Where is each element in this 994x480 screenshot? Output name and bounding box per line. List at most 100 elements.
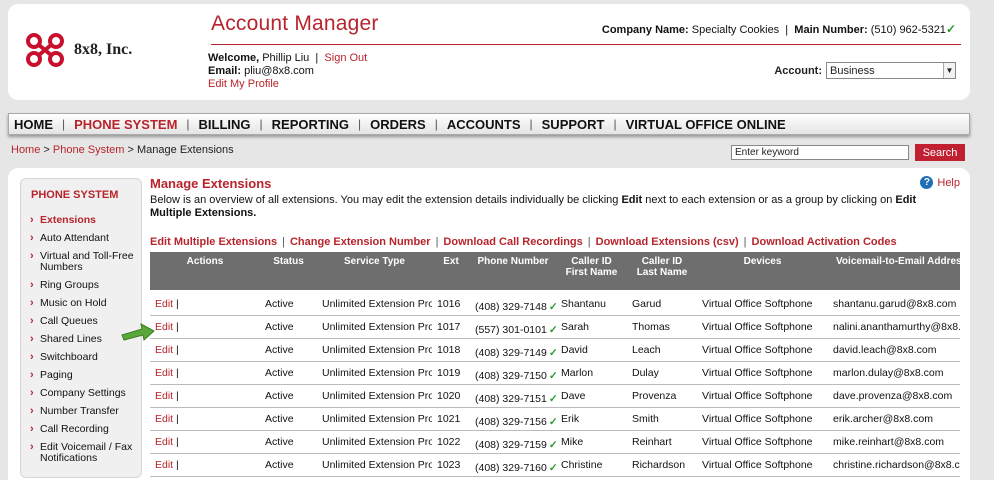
- sidebar-item-company-settings[interactable]: › Company Settings: [21, 388, 141, 399]
- main-number: (510) 962-5321: [870, 24, 946, 36]
- nav-support[interactable]: SUPPORT: [542, 117, 605, 132]
- chevron-right-icon: ›: [30, 333, 34, 345]
- sidebar-item-virtual-numbers[interactable]: › Virtual and Toll-Free Numbers: [21, 251, 141, 273]
- breadcrumb-home[interactable]: Home: [11, 144, 40, 156]
- status-cell: Active: [260, 315, 317, 339]
- status-cell: Active: [260, 384, 317, 408]
- download-call-recordings-link[interactable]: Download Call Recordings: [443, 236, 582, 248]
- edit-extension-link[interactable]: Edit: [155, 390, 173, 402]
- edit-extension-link[interactable]: Edit: [155, 298, 173, 310]
- edit-profile-link[interactable]: Edit My Profile: [208, 78, 279, 90]
- breadcrumb-phone-system[interactable]: Phone System: [53, 144, 125, 156]
- row-actions-cell: Edit |: [150, 407, 260, 431]
- company-label: Company Name:: [601, 24, 689, 36]
- row-actions-cell: Edit |: [150, 315, 260, 339]
- breadcrumb: Home > Phone System > Manage Extensions: [11, 144, 234, 156]
- device-cell: Virtual Office Softphone: [697, 315, 828, 339]
- edit-extension-link[interactable]: Edit: [155, 344, 173, 356]
- caller-last-cell: Garud: [627, 291, 697, 316]
- nav-virtual-office-online[interactable]: VIRTUAL OFFICE ONLINE: [626, 117, 786, 132]
- ext-cell: 1023: [432, 453, 470, 477]
- account-selector: Account: Business ▼: [774, 62, 956, 79]
- table-row: Edit | Active Unlimited Extension Pro 1017(…: [150, 315, 960, 339]
- row-actions-cell: Edit |: [150, 384, 260, 408]
- phone-handset-icon: ✓: [549, 462, 556, 474]
- page-title: Manage Extensions: [150, 176, 272, 191]
- logo-text: 8x8, Inc.: [74, 41, 133, 58]
- col-devices: Devices: [697, 252, 828, 294]
- service-type-cell: Unlimited Extension Pro: [317, 453, 432, 477]
- nav-reporting[interactable]: REPORTING: [272, 117, 349, 132]
- service-type-cell: Unlimited Extension Pro: [317, 384, 432, 408]
- help-link[interactable]: ? Help: [920, 176, 960, 189]
- edit-extension-link[interactable]: Edit: [155, 367, 173, 379]
- welcome-label: Welcome,: [208, 52, 260, 64]
- voicemail-email-cell: shantanu.garud@8x8.com: [828, 291, 960, 316]
- chevron-right-icon: ›: [30, 279, 34, 291]
- edit-extension-link[interactable]: Edit: [155, 459, 173, 471]
- sidebar-item-number-transfer[interactable]: › Number Transfer: [21, 406, 141, 417]
- caller-last-cell: Dulay: [627, 361, 697, 385]
- chevron-right-icon: ›: [30, 214, 34, 226]
- email-label: Email:: [208, 65, 242, 77]
- device-cell: Virtual Office Softphone: [697, 291, 828, 316]
- status-cell: Active: [260, 453, 317, 477]
- ext-cell: 1018: [432, 338, 470, 362]
- edit-multiple-extensions-link[interactable]: Edit Multiple Extensions: [150, 236, 277, 248]
- col-caller-id-last: Caller ID Last Name: [627, 252, 697, 294]
- edit-extension-link[interactable]: Edit: [155, 436, 173, 448]
- service-type-cell: Unlimited Extension Pro: [317, 407, 432, 431]
- nav-accounts[interactable]: ACCOUNTS: [447, 117, 521, 132]
- sidebar-item-voicemail-fax[interactable]: › Edit Voicemail / Fax Notifications: [21, 442, 141, 464]
- col-actions: Actions: [150, 252, 260, 294]
- change-extension-number-link[interactable]: Change Extension Number: [290, 236, 431, 248]
- col-ext: Ext: [432, 252, 470, 294]
- sign-out-link[interactable]: Sign Out: [324, 52, 367, 64]
- sidebar-item-extensions[interactable]: › Extensions: [21, 215, 141, 226]
- main-nav: HOME | PHONE SYSTEM | BILLING | REPORTIN…: [8, 113, 970, 135]
- status-cell: Active: [260, 361, 317, 385]
- device-cell: Virtual Office Softphone: [697, 361, 828, 385]
- row-actions-cell: Edit |: [150, 361, 260, 385]
- action-links: Edit Multiple Extensions | Change Extensio…: [150, 236, 897, 248]
- col-status: Status: [260, 252, 317, 294]
- user-name: Phillip Liu: [262, 52, 310, 64]
- status-cell: Active: [260, 338, 317, 362]
- phone-handset-icon: ✓: [549, 301, 556, 313]
- ext-cell: 1020: [432, 384, 470, 408]
- phone-cell: (408) 329-7148✓: [470, 291, 556, 316]
- company-logo[interactable]: 8x8, Inc.: [24, 32, 132, 68]
- phone-handset-icon: ✓: [549, 393, 556, 405]
- caller-last-cell: Smith: [627, 407, 697, 431]
- sidebar-item-call-recording[interactable]: › Call Recording: [21, 424, 141, 435]
- content-area: Manage Extensions ? Help Below is an ove…: [150, 176, 965, 477]
- nav-orders[interactable]: ORDERS: [370, 117, 426, 132]
- caller-first-cell: Christine: [556, 453, 627, 477]
- edit-extension-link[interactable]: Edit: [155, 321, 173, 333]
- download-activation-codes-link[interactable]: Download Activation Codes: [752, 236, 897, 248]
- row-actions-cell: Edit |: [150, 338, 260, 362]
- caller-first-cell: Sarah: [556, 315, 627, 339]
- sidebar-item-music-on-hold[interactable]: › Music on Hold: [21, 298, 141, 309]
- caller-first-cell: Erik: [556, 407, 627, 431]
- status-cell: Active: [260, 407, 317, 431]
- sidebar-item-ring-groups[interactable]: › Ring Groups: [21, 280, 141, 291]
- nav-billing[interactable]: BILLING: [199, 117, 251, 132]
- col-service-type: Service Type: [317, 252, 432, 294]
- sidebar-item-switchboard[interactable]: › Switchboard: [21, 352, 141, 363]
- welcome-block: Welcome, Phillip Liu | Sign Out Email: p…: [208, 52, 368, 90]
- company-name: Specialty Cookies: [691, 24, 780, 36]
- download-extensions-csv-link[interactable]: Download Extensions (csv): [596, 236, 739, 248]
- search-input[interactable]: [731, 145, 909, 160]
- table-header-row: Actions Status Service Type Ext Phone Nu…: [150, 252, 960, 294]
- search-button[interactable]: Search: [915, 144, 965, 161]
- sidebar-item-auto-attendant[interactable]: › Auto Attendant: [21, 233, 141, 244]
- nav-phone-system[interactable]: PHONE SYSTEM: [74, 117, 177, 132]
- phone-cell: (408) 329-7149✓: [470, 338, 556, 362]
- chevron-right-icon: ›: [30, 232, 34, 244]
- account-dropdown[interactable]: Business ▼: [826, 62, 956, 79]
- edit-extension-link[interactable]: Edit: [155, 413, 173, 425]
- caller-last-cell: Provenza: [627, 384, 697, 408]
- sidebar-item-paging[interactable]: › Paging: [21, 370, 141, 381]
- nav-home[interactable]: HOME: [14, 117, 53, 132]
